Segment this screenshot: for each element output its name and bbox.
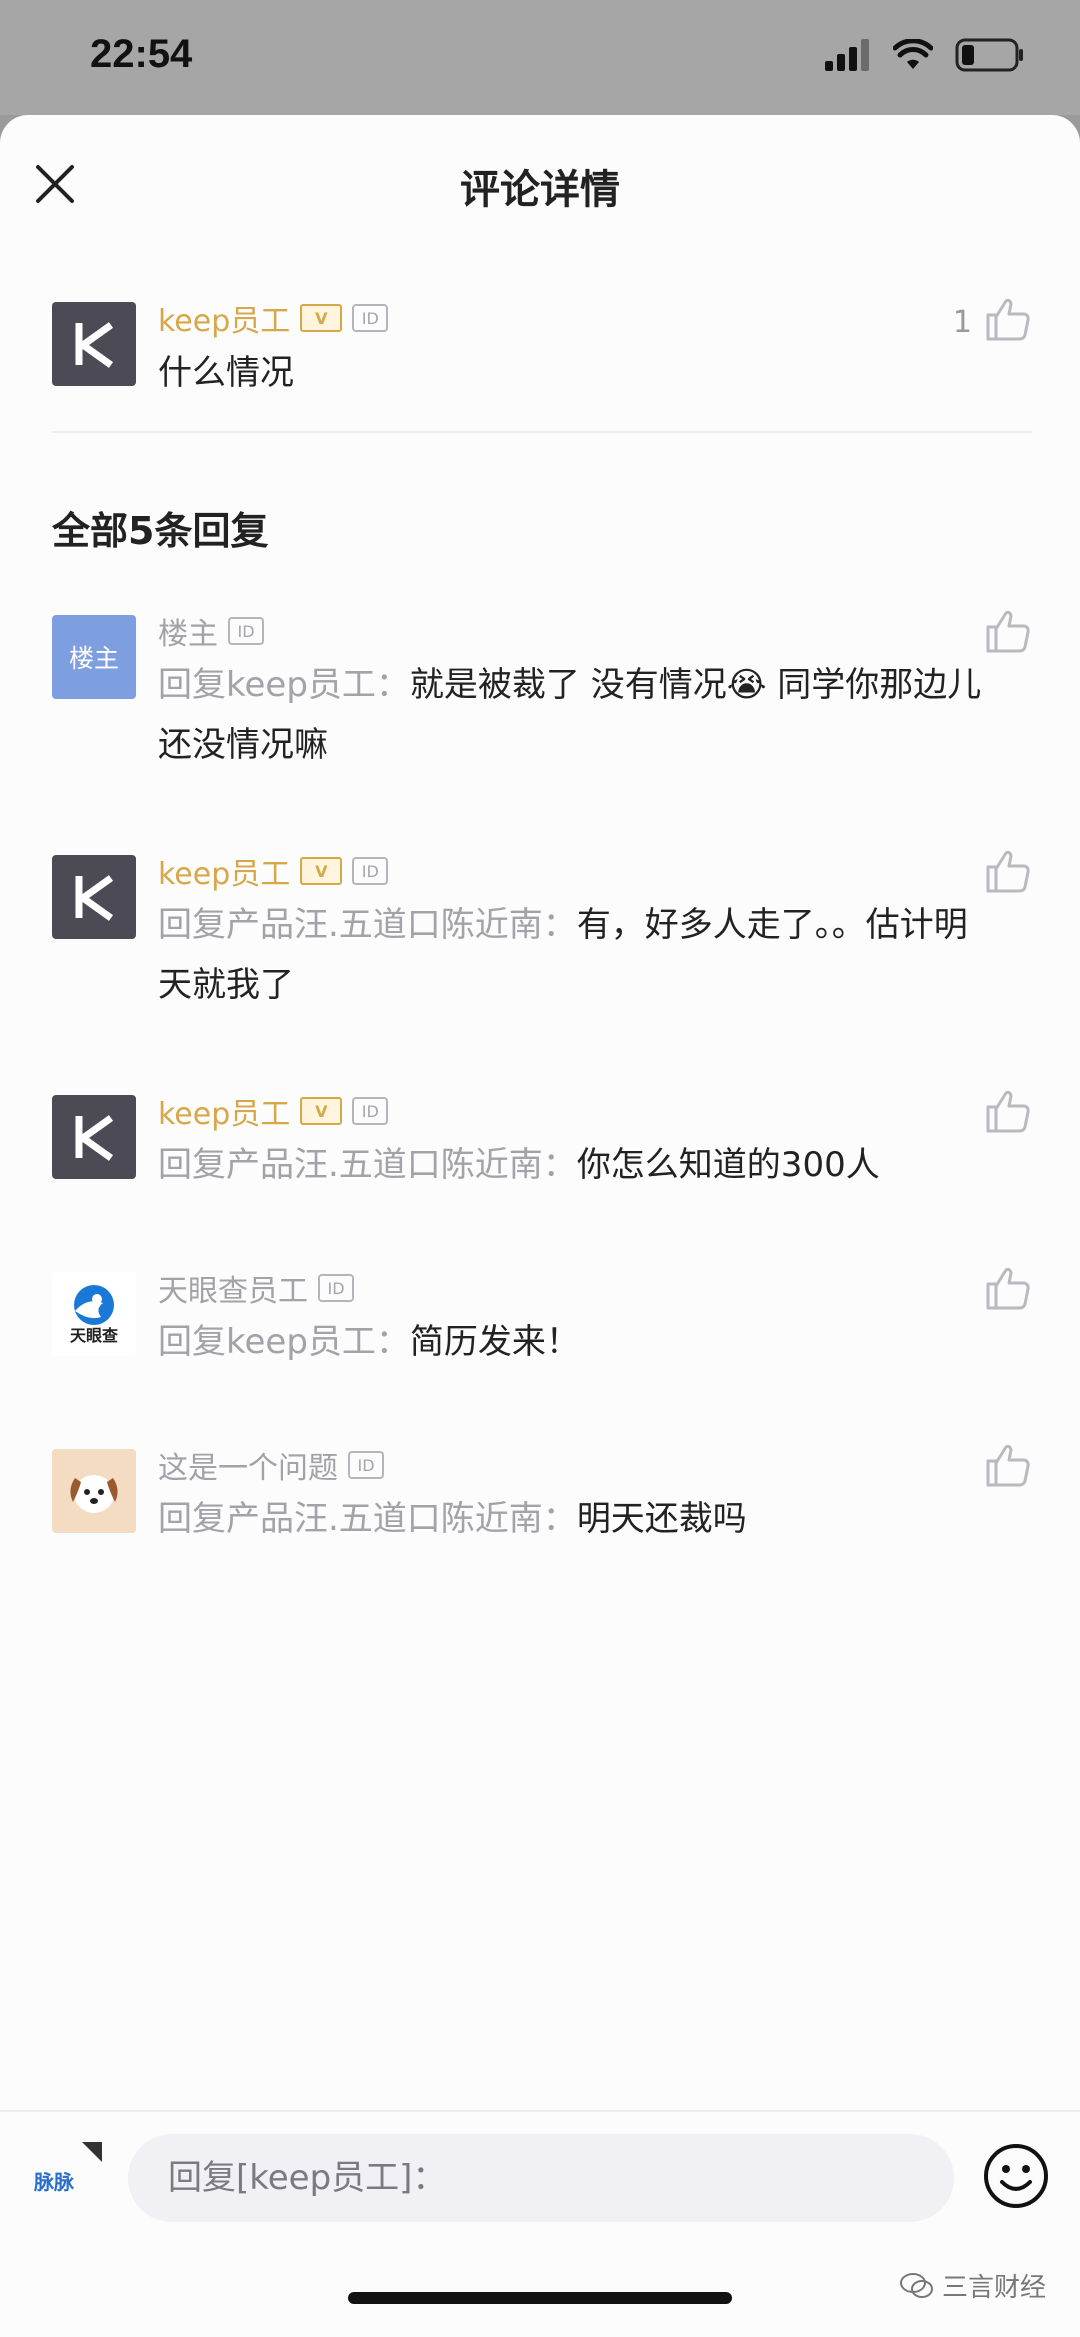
avatar-label: 天眼查 bbox=[69, 1326, 118, 1345]
keep-logo-icon bbox=[75, 322, 114, 368]
watermark: 三言财经 bbox=[899, 2267, 1046, 2304]
dog-face-icon bbox=[70, 1475, 118, 1513]
reply-text: 回复产品汪.五道口陈近南：明天还裁吗 bbox=[158, 1489, 998, 1549]
wechat-icon bbox=[899, 2272, 933, 2298]
brand-text: 脉脉 bbox=[34, 2170, 74, 2194]
watermark-text: 三言财经 bbox=[941, 2273, 1046, 2303]
reply-prefix[interactable]: 回复keep员工： bbox=[158, 665, 410, 705]
reply-composer: 脉脉 三言财经 bbox=[0, 2110, 1080, 2337]
avatar[interactable] bbox=[52, 1095, 136, 1179]
page-title: 评论详情 bbox=[460, 167, 620, 213]
comment-author-line: keep员工 V ID bbox=[158, 300, 389, 339]
thumbs-up-icon[interactable] bbox=[984, 295, 1032, 343]
keep-logo-icon bbox=[75, 1115, 114, 1161]
wifi-icon bbox=[893, 39, 933, 69]
id-badge: ID bbox=[348, 1451, 384, 1479]
status-time: 22:54 bbox=[90, 32, 193, 76]
id-badge: ID bbox=[352, 1097, 389, 1125]
avatar[interactable]: 楼主 bbox=[52, 615, 136, 699]
author-name[interactable]: 这是一个问题 bbox=[158, 1443, 338, 1487]
thumbs-up-icon[interactable] bbox=[984, 847, 1032, 895]
reply-text: 回复keep员工：简历发来！ bbox=[158, 1312, 998, 1372]
battery-icon bbox=[955, 38, 1023, 72]
thumbs-up-icon[interactable] bbox=[984, 1264, 1032, 1312]
avatar[interactable] bbox=[52, 1449, 136, 1533]
like-count: 1 bbox=[952, 305, 972, 340]
reply-prefix[interactable]: 回复产品汪.五道口陈近南： bbox=[158, 905, 577, 945]
author-name[interactable]: 天眼查员工 bbox=[158, 1266, 308, 1310]
divider bbox=[52, 431, 1032, 433]
status-icons bbox=[825, 38, 1025, 72]
signal-icon bbox=[825, 39, 869, 71]
id-badge: ID bbox=[318, 1274, 354, 1302]
id-badge: ID bbox=[352, 857, 389, 885]
verified-badge: V bbox=[300, 857, 343, 885]
reply-body: 简历发来！ bbox=[409, 1322, 580, 1362]
corner-triangle-icon bbox=[82, 2142, 102, 2162]
comment-text: 什么情况 bbox=[158, 353, 294, 393]
reply-author-line: keep员工 V ID bbox=[158, 1093, 389, 1132]
status-bar: 22:54 bbox=[0, 0, 1080, 115]
verified-badge: V bbox=[300, 304, 343, 332]
reply-author-line: 楼主 ID bbox=[158, 613, 264, 652]
author-name[interactable]: keep员工 bbox=[158, 296, 290, 340]
thumbs-up-icon[interactable] bbox=[984, 607, 1032, 655]
author-name[interactable]: 楼主 bbox=[158, 609, 218, 653]
home-indicator[interactable] bbox=[348, 2292, 732, 2304]
header: 评论详情 bbox=[0, 115, 1080, 255]
reply-author-line: 天眼查员工 ID bbox=[158, 1270, 354, 1309]
avatar[interactable] bbox=[52, 855, 136, 939]
verified-badge: V bbox=[300, 1097, 343, 1125]
keep-logo-icon bbox=[75, 875, 114, 921]
thumbs-up-icon[interactable] bbox=[984, 1087, 1032, 1135]
reply-author-line: 这是一个问题 ID bbox=[158, 1447, 384, 1486]
reply-text: 回复产品汪.五道口陈近南：你怎么知道的300人 bbox=[158, 1135, 998, 1195]
reply-prefix[interactable]: 回复产品汪.五道口陈近南： bbox=[158, 1499, 577, 1539]
avatar[interactable] bbox=[52, 302, 136, 386]
comment-detail-sheet: 评论详情 keep员工 V ID 什么情况 1 全部5条回复 楼主 楼主 ID … bbox=[0, 115, 1080, 2337]
avatar-label: 楼主 bbox=[68, 644, 119, 673]
reply-prefix[interactable]: 回复产品汪.五道口陈近南： bbox=[158, 1145, 577, 1185]
author-name[interactable]: keep员工 bbox=[158, 1089, 290, 1133]
emoji-icon[interactable] bbox=[982, 2142, 1050, 2210]
reply-input[interactable] bbox=[128, 2134, 954, 2222]
avatar[interactable]: 天眼查 bbox=[52, 1272, 136, 1356]
reply-text: 回复keep员工：就是被裁了 没有情况😭 同学你那边儿还没情况嘛 bbox=[158, 655, 998, 775]
id-badge: ID bbox=[228, 617, 264, 645]
reply-text: 回复产品汪.五道口陈近南：有，好多人走了。。估计明天就我了 bbox=[158, 895, 998, 1015]
id-badge: ID bbox=[352, 304, 389, 332]
reply-author-line: keep员工 V ID bbox=[158, 853, 389, 892]
thumbs-up-icon[interactable] bbox=[984, 1441, 1032, 1489]
tianyancha-logo-icon bbox=[74, 1285, 114, 1325]
replies-section-title: 全部5条回复 bbox=[52, 509, 269, 553]
reply-body: 你怎么知道的300人 bbox=[576, 1145, 880, 1185]
brand-logo: 脉脉 bbox=[32, 2134, 102, 2204]
reply-prefix[interactable]: 回复keep员工： bbox=[158, 1322, 410, 1362]
author-name[interactable]: keep员工 bbox=[158, 849, 290, 893]
reply-body: 明天还裁吗 bbox=[576, 1499, 747, 1539]
